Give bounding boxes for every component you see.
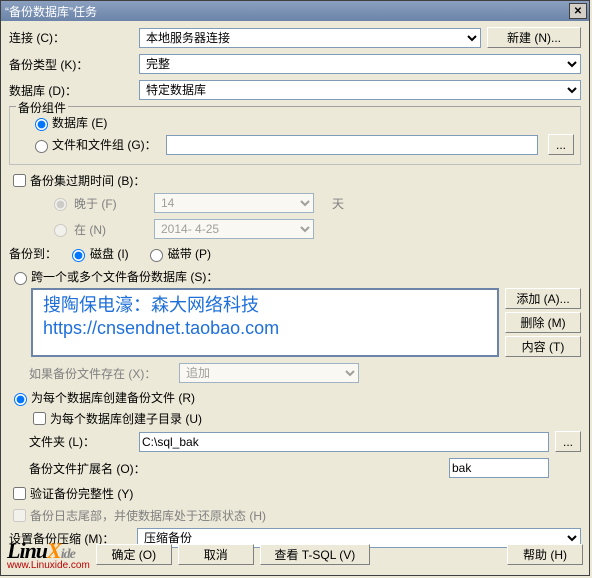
expire-on-radio	[54, 224, 67, 237]
overlay-line1: 搜陶保电濠：森大网络科技	[43, 294, 487, 317]
ext-label: 备份文件扩展名 (O)：	[29, 460, 169, 477]
per-db-radio[interactable]	[14, 393, 27, 406]
disk-radio-label: 磁盘 (I)	[90, 245, 129, 262]
new-connection-button[interactable]: 新建 (N)...	[487, 27, 581, 48]
across-files-label: 跨一个或多个文件备份数据库 (S)：	[31, 268, 218, 285]
add-button[interactable]: 添加 (A)...	[505, 288, 581, 309]
disk-radio[interactable]	[72, 249, 85, 262]
if-exists-label: 如果备份文件存在 (X)：	[29, 365, 179, 382]
expire-after-value: 14	[154, 193, 314, 213]
backup-components-group: 备份组件 数据库 (E) 文件和文件组 (G)： ...	[9, 106, 581, 165]
tape-radio[interactable]	[150, 249, 163, 262]
backup-to-label: 备份到：	[9, 245, 57, 262]
expire-after-radio	[54, 198, 67, 211]
per-db-label: 为每个数据库创建备份文件 (R)	[31, 389, 195, 406]
across-files-radio[interactable]	[14, 272, 27, 285]
ok-button[interactable]: 确定 (O)	[96, 544, 172, 565]
expire-after-label: 晚于 (F)	[74, 195, 154, 212]
help-button[interactable]: 帮助 (H)	[507, 544, 583, 565]
folder-label: 文件夹 (L)：	[29, 433, 139, 450]
backup-type-select[interactable]: 完整	[139, 54, 581, 74]
view-tsql-button[interactable]: 查看 T-SQL (V)	[260, 544, 370, 565]
tail-log-label: 备份日志尾部，并使数据库处于还原状态 (H)	[30, 507, 266, 524]
titlebar: “备份数据库”任务 ✕	[1, 1, 589, 21]
filegroups-radio[interactable]	[35, 140, 48, 153]
expire-on-label: 在 (N)	[74, 221, 154, 238]
expire-after-unit: 天	[332, 195, 344, 212]
verify-label: 验证备份完整性 (Y)	[30, 485, 133, 502]
folder-input[interactable]	[139, 432, 549, 452]
subdir-checkbox[interactable]	[33, 412, 46, 425]
subdir-label: 为每个数据库创建子目录 (U)	[50, 410, 202, 427]
window-title: “备份数据库”任务	[5, 3, 569, 20]
logo-url: www.Linuxide.com	[7, 560, 90, 571]
tape-radio-label: 磁带 (P)	[168, 245, 211, 262]
filegroups-input	[166, 135, 538, 155]
database-radio[interactable]	[35, 118, 48, 131]
files-list-box: 搜陶保电濠：森大网络科技 https://cnsendnet.taobao.co…	[31, 288, 499, 357]
ext-input[interactable]	[449, 458, 549, 478]
components-group-title: 备份组件	[16, 99, 68, 116]
connection-select[interactable]: 本地服务器连接	[139, 28, 481, 48]
connection-label: 连接 (C)：	[9, 29, 139, 46]
verify-checkbox[interactable]	[13, 487, 26, 500]
backup-type-label: 备份类型 (K)：	[9, 56, 139, 73]
expire-label: 备份集过期时间 (B)：	[30, 172, 145, 189]
overlay-line2: https://cnsendnet.taobao.com	[43, 317, 487, 340]
cancel-button[interactable]: 取消	[178, 544, 254, 565]
database-select[interactable]: 特定数据库	[139, 80, 581, 100]
content-button[interactable]: 内容 (T)	[505, 336, 581, 357]
filegroups-radio-label: 文件和文件组 (G)：	[52, 136, 166, 153]
filegroups-browse-button[interactable]: ...	[548, 134, 574, 155]
expire-on-value: 2014- 4-25	[154, 219, 314, 239]
database-label: 数据库 (D)：	[9, 82, 139, 99]
logo: LinuXide www.Linuxide.com	[7, 538, 90, 571]
if-exists-select: 追加	[179, 363, 359, 383]
expire-checkbox[interactable]	[13, 174, 26, 187]
remove-button[interactable]: 删除 (M)	[505, 312, 581, 333]
folder-browse-button[interactable]: ...	[555, 431, 581, 452]
database-radio-label: 数据库 (E)	[52, 114, 107, 131]
close-button[interactable]: ✕	[569, 3, 587, 19]
tail-log-checkbox	[13, 509, 26, 522]
